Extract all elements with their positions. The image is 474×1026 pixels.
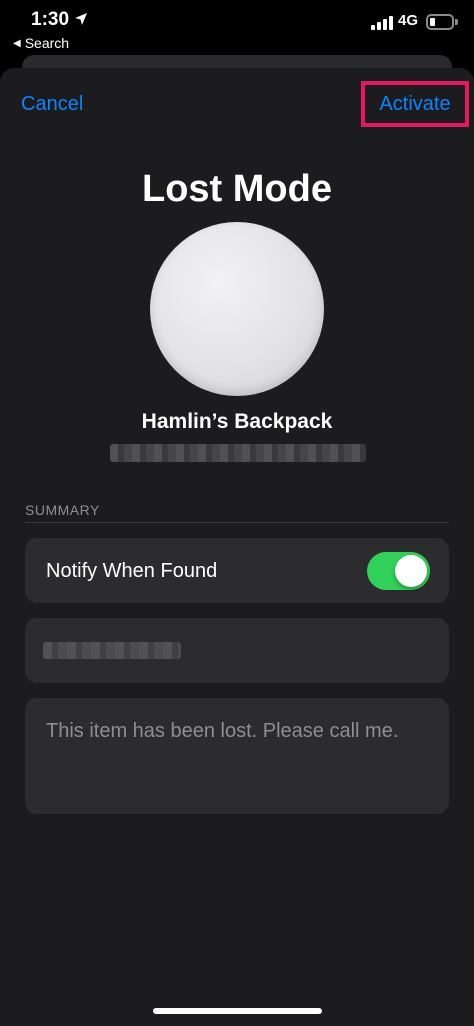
page-title: Lost Mode — [142, 168, 332, 210]
cancel-button[interactable]: Cancel — [21, 93, 83, 116]
device-name: Hamlin’s Backpack — [141, 410, 333, 433]
location-arrow-icon — [75, 13, 87, 25]
serial-number-redacted — [110, 444, 366, 462]
phone-number-field[interactable] — [25, 618, 449, 683]
back-to-search-link[interactable]: ◀ Search — [13, 35, 69, 51]
home-indicator[interactable] — [153, 1008, 322, 1014]
status-bar: 1:30 ◀ Search 4G — [0, 0, 474, 58]
toggle-knob — [395, 555, 427, 587]
back-link-label: Search — [24, 35, 70, 51]
phone-number-redacted — [43, 642, 181, 659]
summary-header: SUMMARY — [25, 502, 100, 518]
section-divider — [25, 522, 449, 523]
network-type: 4G — [398, 12, 419, 29]
signal-icon — [371, 16, 393, 30]
notify-when-found-row: Notify When Found — [25, 538, 449, 603]
message-field[interactable]: This item has been lost. Please call me. — [25, 698, 449, 814]
battery-icon — [426, 14, 454, 30]
airtag-image — [150, 222, 324, 396]
notify-toggle[interactable] — [367, 552, 430, 590]
notify-label: Notify When Found — [46, 560, 218, 582]
status-time: 1:30 — [31, 9, 70, 30]
battery-level — [430, 18, 435, 26]
activate-button[interactable]: Activate — [361, 81, 469, 127]
back-triangle-icon: ◀ — [13, 37, 21, 49]
battery-cap — [455, 19, 458, 25]
message-text: This item has been lost. Please call me. — [46, 720, 399, 742]
